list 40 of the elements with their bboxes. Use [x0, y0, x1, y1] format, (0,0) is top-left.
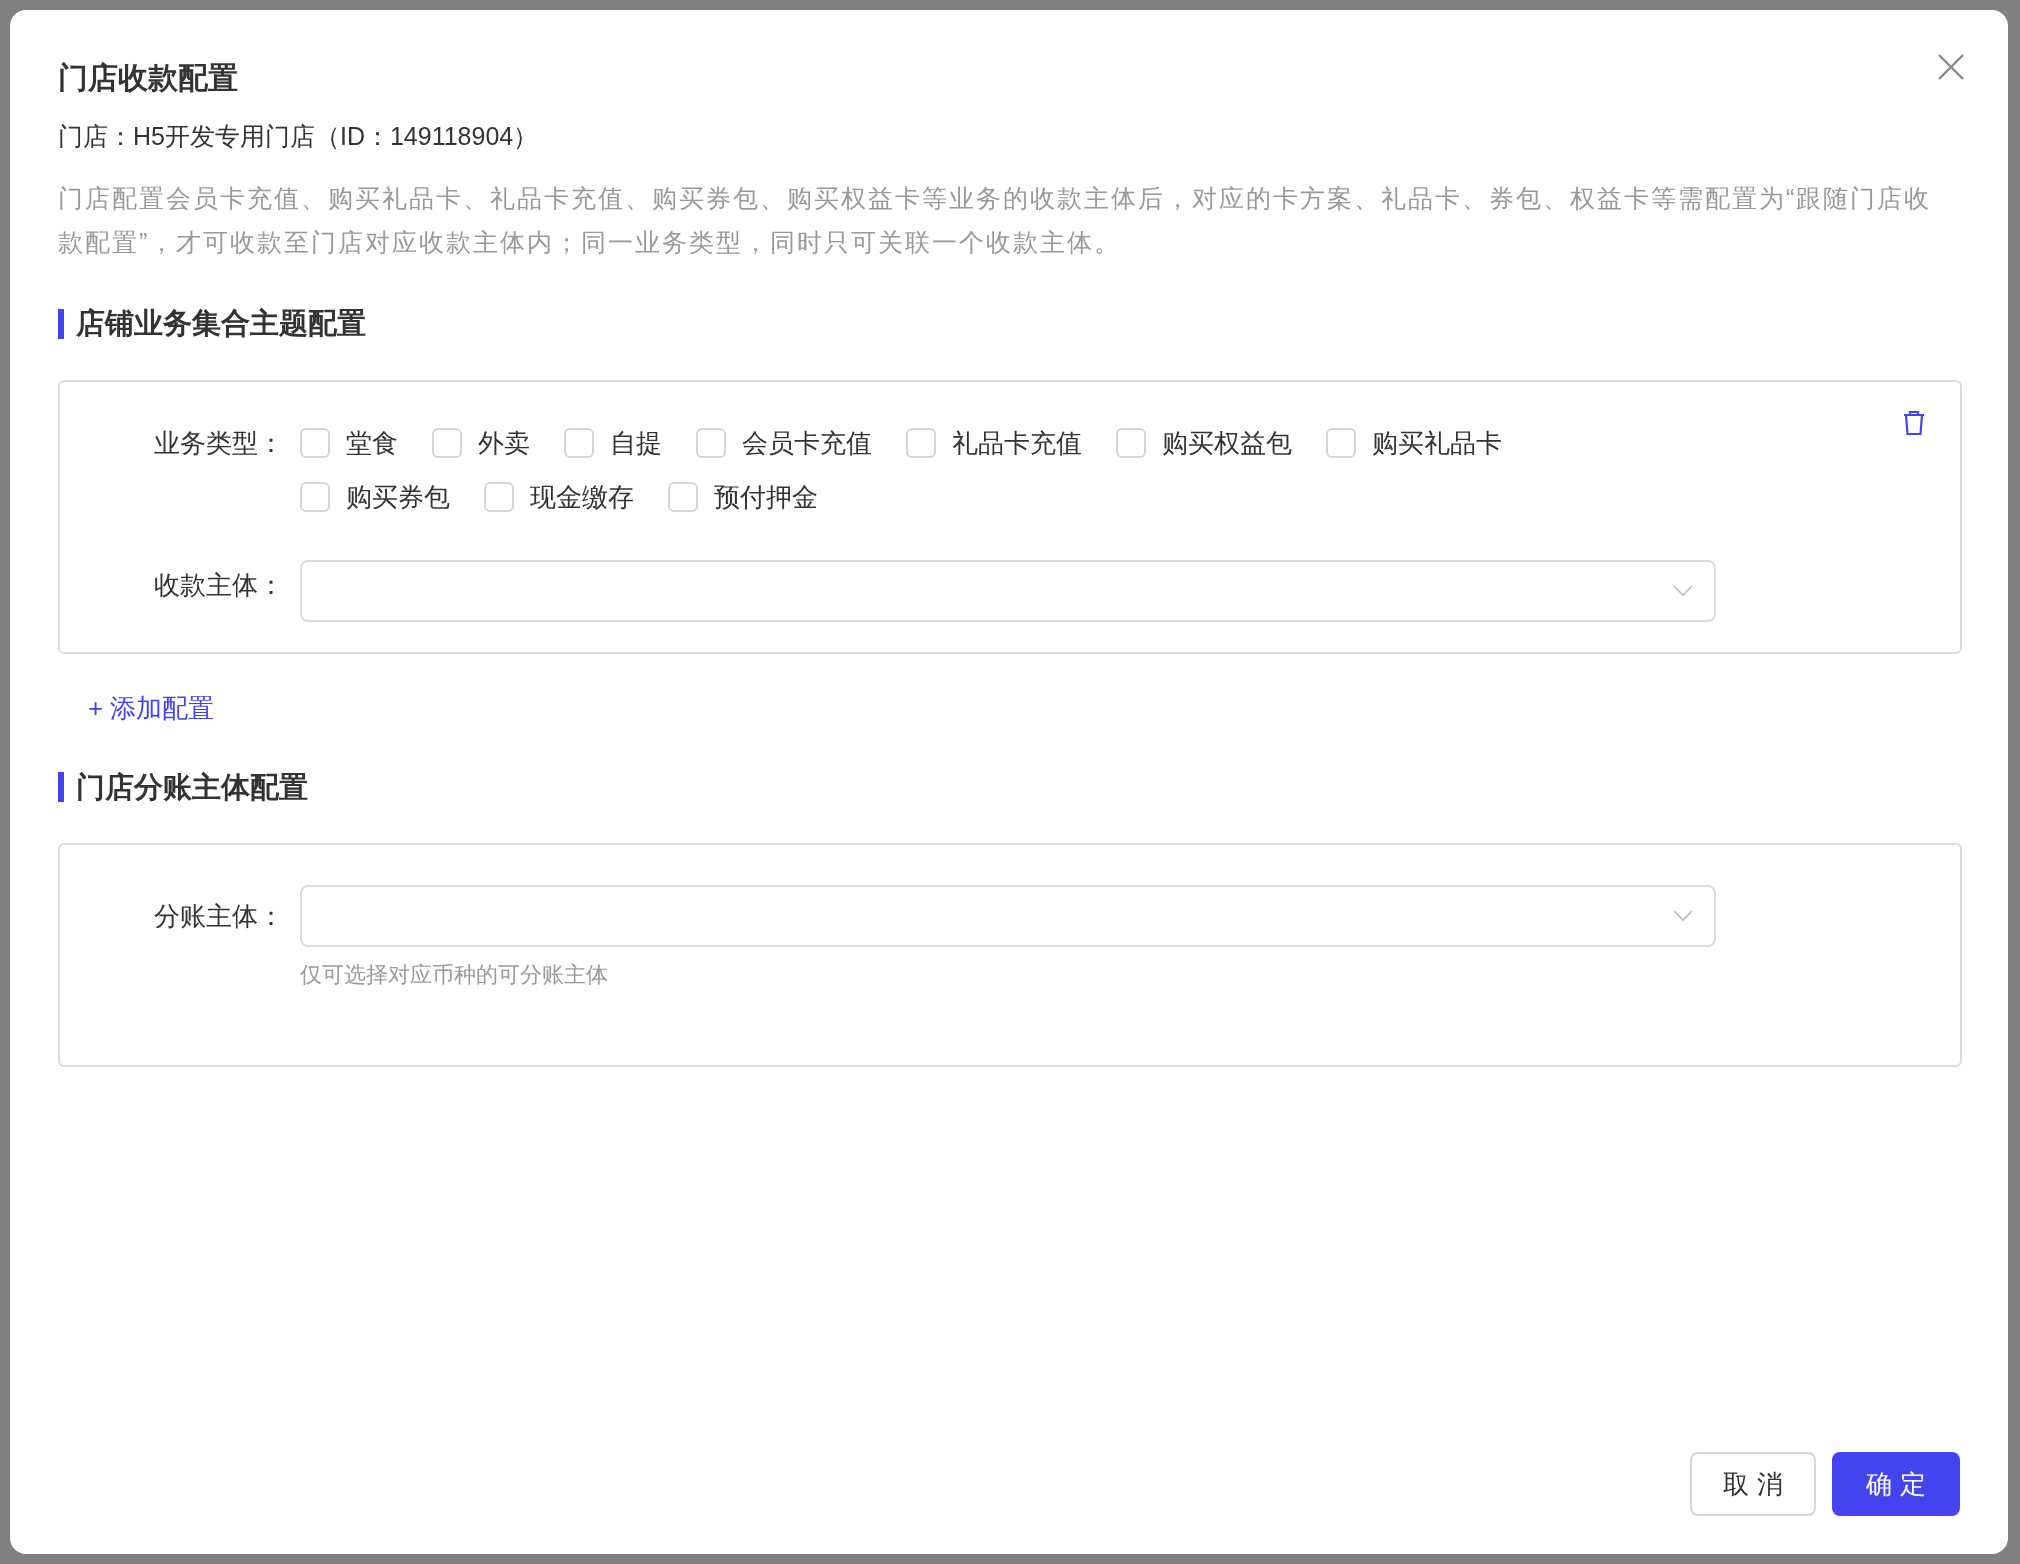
chevron-down-icon	[1672, 909, 1694, 923]
checkbox[interactable]	[668, 481, 698, 512]
checkbox-option[interactable]: 预付押金	[668, 477, 818, 516]
store-info: 门店：H5开发专用门店（ID：149118904）	[58, 121, 540, 152]
helper-text: 仅可选择对应币种的可分账主体	[300, 961, 609, 989]
checkbox-option[interactable]: 礼品卡充值	[906, 423, 1082, 462]
delete-icon[interactable]	[1902, 409, 1926, 436]
confirm-button[interactable]: 确 定	[1832, 1452, 1960, 1516]
checkbox[interactable]	[300, 481, 330, 512]
field-label: 业务类型：	[153, 426, 284, 460]
checkbox[interactable]	[906, 427, 936, 458]
checkbox-option[interactable]: 堂食	[300, 423, 398, 462]
checkbox[interactable]	[696, 427, 726, 458]
checkbox-option[interactable]: 外卖	[432, 423, 530, 462]
description: 门店配置会员卡充值、购买礼品卡、礼品卡充值、购买券包、购买权益卡等业务的收款主体后，对应的卡方案、礼品卡、券包、权益卡等需配置为“跟随门店收款配置”，才可收款至门店对应收款主体内；同一业务类型，同时只可关联一个收款主体。	[58, 183, 1933, 258]
checkbox-option[interactable]: 自提	[564, 423, 662, 462]
checkbox[interactable]	[300, 427, 330, 458]
select-field[interactable]	[300, 885, 1716, 947]
cancel-button[interactable]: 取 消	[1690, 1452, 1816, 1516]
section-accent-bar	[58, 772, 64, 803]
checkbox[interactable]	[484, 481, 514, 512]
checkbox[interactable]	[1326, 427, 1356, 458]
checkbox-option[interactable]: 购买权益包	[1116, 423, 1292, 462]
add-config-link[interactable]: + 添加配置	[88, 689, 215, 726]
section-title: 门店分账主体配置	[76, 769, 308, 805]
checkbox[interactable]	[564, 427, 594, 458]
checkbox[interactable]	[1116, 427, 1146, 458]
chevron-down-icon	[1672, 583, 1694, 598]
section-title: 店铺业务集合主题配置	[76, 306, 366, 341]
checkbox[interactable]	[432, 427, 462, 458]
field-label: 分账主体：	[153, 900, 284, 933]
checkbox-option[interactable]: 购买券包	[300, 477, 450, 516]
checkbox-option[interactable]: 购买礼品卡	[1326, 423, 1502, 462]
checkbox-option[interactable]: 现金缴存	[484, 477, 634, 516]
close-icon[interactable]	[1936, 52, 1966, 82]
checkbox-option[interactable]: 会员卡充值	[696, 423, 872, 462]
dialog-title: 门店收款配置	[58, 60, 238, 96]
select-field[interactable]	[300, 559, 1716, 622]
field-label: 收款主体：	[153, 568, 284, 602]
section-accent-bar	[58, 308, 64, 339]
